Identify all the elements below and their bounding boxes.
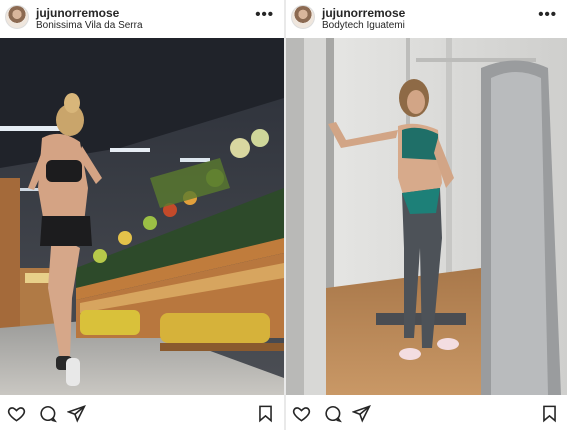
heart-icon[interactable] [292,404,311,423]
post-actions [286,402,567,428]
comment-icon[interactable] [38,404,57,423]
post-card-right: jujunorremose Bodytech Iguatemi ••• [286,0,567,430]
post-card-left: jujunorremose Bonissima Vila da Serra ••… [0,0,284,430]
heart-icon[interactable] [7,404,26,423]
comment-icon[interactable] [323,404,342,423]
avatar[interactable] [5,5,29,29]
bookmark-icon[interactable] [540,404,559,423]
post-username[interactable]: jujunorremose [322,6,405,20]
post-location[interactable]: Bonissima Vila da Serra [36,20,143,31]
share-icon[interactable] [67,404,86,423]
more-options-icon[interactable]: ••• [255,6,274,23]
more-options-icon[interactable]: ••• [538,6,557,23]
post-location[interactable]: Bodytech Iguatemi [322,20,405,31]
post-header: jujunorremose Bodytech Iguatemi ••• [286,0,567,38]
post-photo[interactable] [286,38,567,395]
post-photo[interactable] [0,38,284,395]
post-username[interactable]: jujunorremose [36,6,119,20]
avatar[interactable] [291,5,315,29]
share-icon[interactable] [352,404,371,423]
post-header: jujunorremose Bonissima Vila da Serra ••… [0,0,284,38]
post-actions [0,402,284,428]
bookmark-icon[interactable] [256,404,275,423]
